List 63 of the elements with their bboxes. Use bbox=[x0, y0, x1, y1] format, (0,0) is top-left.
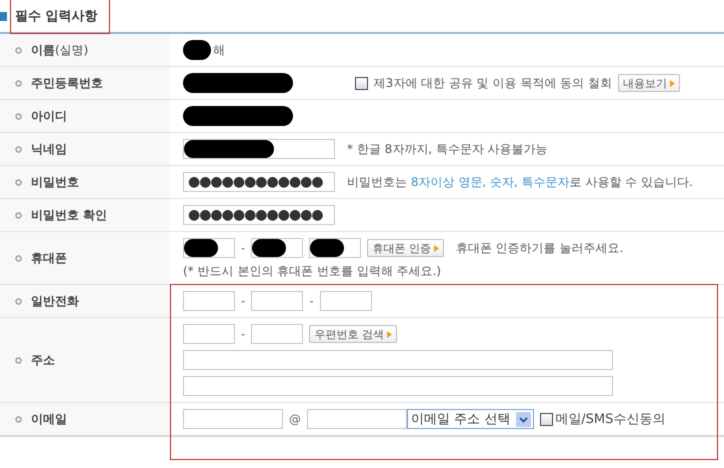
bullet-icon bbox=[15, 46, 22, 54]
bullet-icon bbox=[15, 298, 22, 304]
separator-text: @ bbox=[289, 412, 301, 426]
small-button[interactable]: 휴대폰 인증 bbox=[367, 239, 444, 257]
password-field[interactable]: ●●●●●●●●●●●● bbox=[183, 205, 335, 225]
input-field[interactable] bbox=[183, 139, 335, 159]
caret-icon bbox=[670, 80, 675, 86]
field-label: 휴대폰 bbox=[31, 250, 67, 266]
input-field[interactable] bbox=[309, 238, 362, 258]
bullet-icon bbox=[15, 146, 22, 152]
email-field[interactable] bbox=[307, 409, 407, 429]
caret-icon bbox=[386, 330, 392, 338]
input-field[interactable] bbox=[251, 238, 304, 258]
field-label: 이메일 bbox=[31, 410, 67, 428]
input-field[interactable] bbox=[251, 324, 304, 344]
email-field[interactable] bbox=[183, 409, 283, 429]
bullet-icon bbox=[15, 112, 22, 120]
checkbox[interactable] bbox=[540, 412, 554, 426]
section-title: 필수 입력사항 bbox=[15, 8, 98, 25]
bullet-icon bbox=[15, 80, 22, 86]
input-field[interactable] bbox=[251, 291, 304, 311]
small-button[interactable]: 내용보기 bbox=[618, 74, 680, 92]
input-field[interactable] bbox=[320, 291, 372, 311]
field-label: 비밀번호 bbox=[31, 174, 79, 190]
redaction-mark bbox=[310, 239, 344, 257]
checkbox-label: 메일/SMS수신동의 bbox=[555, 411, 666, 428]
hint-text: 휴대폰 인증하기를 눌러주세요. bbox=[456, 240, 624, 256]
field-label: 일반전화 bbox=[31, 292, 79, 310]
bullet-icon bbox=[15, 356, 22, 364]
checkbox[interactable] bbox=[354, 76, 368, 90]
bullet-icon bbox=[15, 416, 22, 422]
small-button[interactable]: 우편번호 검색 bbox=[309, 325, 397, 343]
field-label: 주민등록번호 bbox=[31, 74, 103, 92]
name-value: 해 bbox=[213, 42, 225, 58]
input-field[interactable] bbox=[183, 238, 235, 258]
bullet-icon bbox=[15, 212, 22, 218]
hint-text: (* 반드시 본인의 휴대폰 번호를 입력해 주세요.) bbox=[183, 262, 442, 280]
field-label: 비밀번호 확인 bbox=[31, 206, 108, 224]
redaction-mark bbox=[183, 40, 211, 60]
input-field[interactable] bbox=[183, 291, 235, 311]
separator-text: - bbox=[241, 241, 246, 255]
redaction-mark bbox=[252, 239, 286, 257]
field-label: 주소 bbox=[31, 352, 55, 368]
bullet-icon bbox=[15, 254, 22, 262]
separator-text: - bbox=[309, 294, 314, 308]
hint-text: 비밀번호는 8자이상 영문, 숫자, 특수문자로 사용할 수 있습니다. bbox=[347, 174, 693, 190]
chevron-down-icon bbox=[516, 412, 532, 426]
square-icon bbox=[0, 12, 7, 20]
bullet-icon bbox=[15, 178, 22, 186]
email-domain-select[interactable]: 이메일 주소 선택 bbox=[407, 409, 534, 429]
field-label: 이름(실명) bbox=[31, 42, 88, 58]
separator-text: - bbox=[241, 294, 246, 308]
password-field[interactable]: ●●●●●●●●●●●● bbox=[183, 172, 335, 192]
redaction-mark bbox=[184, 239, 218, 257]
separator-text: - bbox=[241, 327, 246, 341]
input-field[interactable] bbox=[183, 324, 235, 344]
address-field[interactable] bbox=[183, 376, 613, 396]
address-field[interactable] bbox=[183, 350, 613, 370]
caret-icon bbox=[434, 244, 439, 252]
hint-text: * 한글 8자까지, 특수문자 사용불가능 bbox=[347, 140, 548, 158]
field-label: 아이디 bbox=[31, 108, 67, 124]
checkbox-label: 제3자에 대한 공유 및 이용 목적에 동의 철회 bbox=[374, 74, 612, 92]
field-label: 닉네임 bbox=[31, 140, 67, 158]
